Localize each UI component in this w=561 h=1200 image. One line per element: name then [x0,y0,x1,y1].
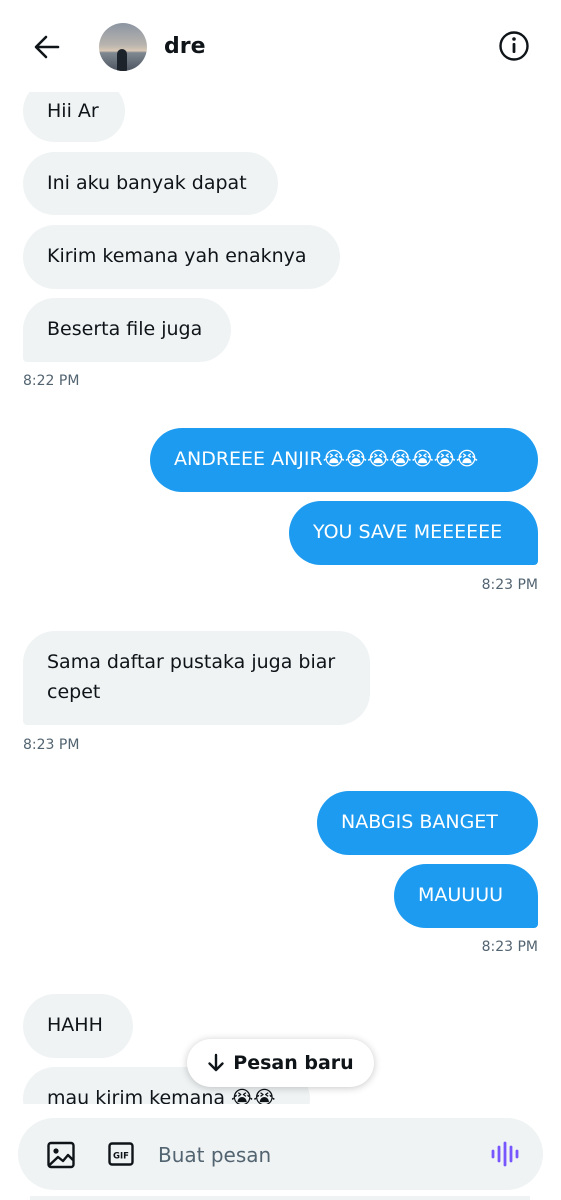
message-text: NABGIS BANGET [341,811,498,833]
message-text: Hii Ar [47,100,99,122]
outgoing-message[interactable]: ANDREEE ANJIR😭😭😭😭😭😭😭 [150,428,538,492]
incoming-message[interactable]: Ini aku banyak dapat [23,152,278,215]
voice-icon[interactable] [490,1141,520,1167]
svg-text:GIF: GIF [113,1152,129,1162]
message-text: HAHH [47,1014,103,1036]
message-timestamp: 8:23 PM [481,577,538,593]
message-text: Beserta file juga [47,318,203,340]
message-input[interactable] [156,1134,480,1176]
message-text-line: cepet [47,681,101,703]
message-text: ANDREEE ANJIR😭😭😭😭😭😭😭 [174,448,479,470]
outgoing-message[interactable]: MAUUUU [394,864,538,928]
incoming-message[interactable]: HAHH [23,994,133,1058]
message-text: MAUUUU [418,884,504,906]
message-timestamp: 8:22 PM [23,373,80,389]
outgoing-message[interactable]: YOU SAVE MEEEEEE [289,501,538,565]
conversation-header: dre [0,0,561,92]
message-text: Kirim kemana yah enaknya [47,245,307,267]
gesture-bar [30,1196,530,1200]
message-text-line: Sama daftar pustaka juga biar [47,651,336,673]
back-arrow-icon[interactable] [30,30,64,64]
arrow-down-icon [208,1053,224,1072]
message-timestamp: 8:23 PM [481,939,538,955]
message-text: YOU SAVE MEEEEEE [313,521,503,543]
new-messages-button[interactable]: Pesan baru [187,1039,374,1087]
new-messages-label: Pesan baru [233,1052,354,1074]
message-timestamp: 8:23 PM [23,737,80,753]
incoming-message[interactable]: Sama daftar pustaka juga biar cepet [23,631,370,725]
incoming-message[interactable]: Kirim kemana yah enaknya [23,225,340,289]
message-text: Ini aku banyak dapat [47,172,247,194]
info-icon[interactable] [497,29,531,63]
contact-name[interactable]: dre [164,34,206,59]
avatar[interactable] [99,23,147,71]
incoming-message[interactable]: Beserta file juga [23,298,231,362]
gif-icon[interactable]: GIF [108,1141,134,1167]
image-icon[interactable] [46,1140,76,1170]
message-composer: GIF [18,1118,543,1190]
outgoing-message[interactable]: NABGIS BANGET [317,791,538,855]
